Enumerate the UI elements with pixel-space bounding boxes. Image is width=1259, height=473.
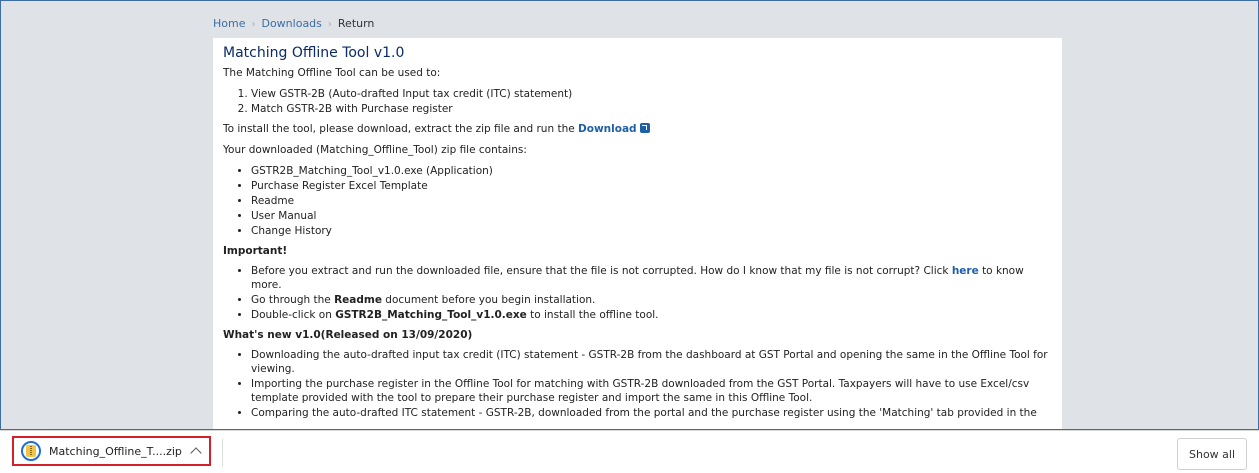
- important-item1-text: Before you extract and run the downloade…: [251, 265, 949, 277]
- chevron-up-icon[interactable]: [190, 447, 202, 459]
- whats-new-heading: What's new v1.0(Released on 13/09/2020): [223, 329, 473, 341]
- show-all-button[interactable]: Show all: [1177, 438, 1247, 470]
- page-title: Matching Offline Tool v1.0: [223, 45, 405, 61]
- list-item: Before you extract and run the downloade…: [251, 264, 1052, 292]
- list-item: Change History: [251, 224, 1052, 238]
- zip-file-icon: [21, 441, 41, 461]
- download-item[interactable]: Matching_Offline_T....zip: [12, 436, 211, 466]
- contains-text: Your downloaded (Matching_Offline_Tool) …: [223, 144, 527, 156]
- download-link-label: Download: [578, 123, 637, 135]
- install-instructions: To install the tool, please download, ex…: [223, 122, 1052, 136]
- download-shelf: Matching_Offline_T....zip Show all: [0, 430, 1259, 473]
- list-item: Double-click on GSTR2B_Matching_Tool_v1.…: [251, 308, 1052, 322]
- divider: [222, 439, 223, 467]
- breadcrumb-separator: ›: [251, 19, 256, 30]
- install-text: To install the tool, please download, ex…: [223, 123, 575, 135]
- list-item: Match GSTR-2B with Purchase register: [251, 102, 1052, 116]
- important-item2-pre: Go through the: [251, 294, 331, 306]
- download-file-name: Matching_Offline_T....zip: [49, 444, 182, 458]
- contents-list: GSTR2B_Matching_Tool_v1.0.exe (Applicati…: [223, 164, 1052, 238]
- list-item: User Manual: [251, 209, 1052, 223]
- list-item: View GSTR-2B (Auto-drafted Input tax cre…: [251, 87, 1052, 101]
- readme-bold: Readme: [334, 294, 382, 306]
- important-item3-post: to install the offline tool.: [530, 309, 659, 321]
- breadcrumb: Home › Downloads › Return: [213, 17, 374, 30]
- intro-text: The Matching Offline Tool can be used to…: [223, 67, 441, 79]
- list-item: Importing the purchase register in the O…: [251, 377, 1052, 405]
- list-item: Comparing the auto-drafted ITC statement…: [251, 406, 1052, 420]
- uses-list: View GSTR-2B (Auto-drafted Input tax cre…: [223, 87, 1052, 116]
- browser-page-viewport: Home › Downloads › Return Matching Offline T…: [0, 0, 1259, 430]
- important-item2-post: document before you begin installation.: [385, 294, 596, 306]
- exe-bold: GSTR2B_Matching_Tool_v1.0.exe: [335, 309, 527, 321]
- important-list: Before you extract and run the downloade…: [223, 264, 1052, 322]
- external-link-icon: [639, 123, 650, 133]
- list-item: Downloading the auto-drafted input tax c…: [251, 348, 1052, 376]
- list-item: Readme: [251, 194, 1052, 208]
- important-item3-pre: Double-click on: [251, 309, 332, 321]
- breadcrumb-separator: ›: [327, 19, 332, 30]
- list-item: GSTR2B_Matching_Tool_v1.0.exe (Applicati…: [251, 164, 1052, 178]
- whats-new-list: Downloading the auto-drafted input tax c…: [223, 348, 1052, 420]
- list-item: Go through the Readme document before yo…: [251, 293, 1052, 307]
- here-link[interactable]: here: [952, 265, 979, 277]
- download-link[interactable]: Download: [578, 123, 650, 135]
- content-panel: Matching Offline Tool v1.0 The Matching …: [213, 38, 1062, 429]
- breadcrumb-home-link[interactable]: Home: [213, 17, 245, 30]
- breadcrumb-current: Return: [337, 17, 375, 30]
- list-item: Purchase Register Excel Template: [251, 179, 1052, 193]
- important-heading: Important!: [223, 245, 288, 257]
- breadcrumb-downloads-link[interactable]: Downloads: [261, 17, 321, 30]
